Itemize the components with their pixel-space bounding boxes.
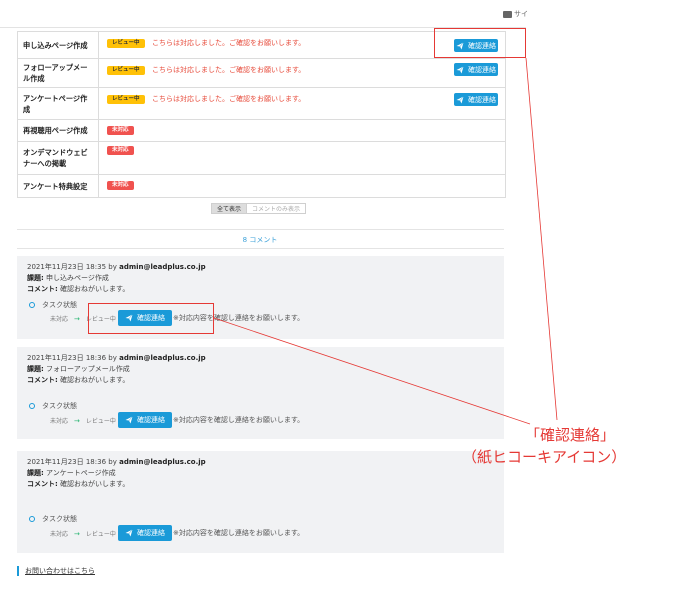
annotation-title: 「確認連絡」 (525, 426, 616, 444)
annotation-subtitle: （紙ヒコーキアイコン） (462, 448, 627, 466)
accent-bar (17, 566, 19, 576)
contact-link[interactable]: お問い合わせはこちら (25, 566, 95, 576)
annotation-pointer-lines (213, 57, 558, 425)
contact-section: お問い合わせはこちら (17, 566, 95, 576)
